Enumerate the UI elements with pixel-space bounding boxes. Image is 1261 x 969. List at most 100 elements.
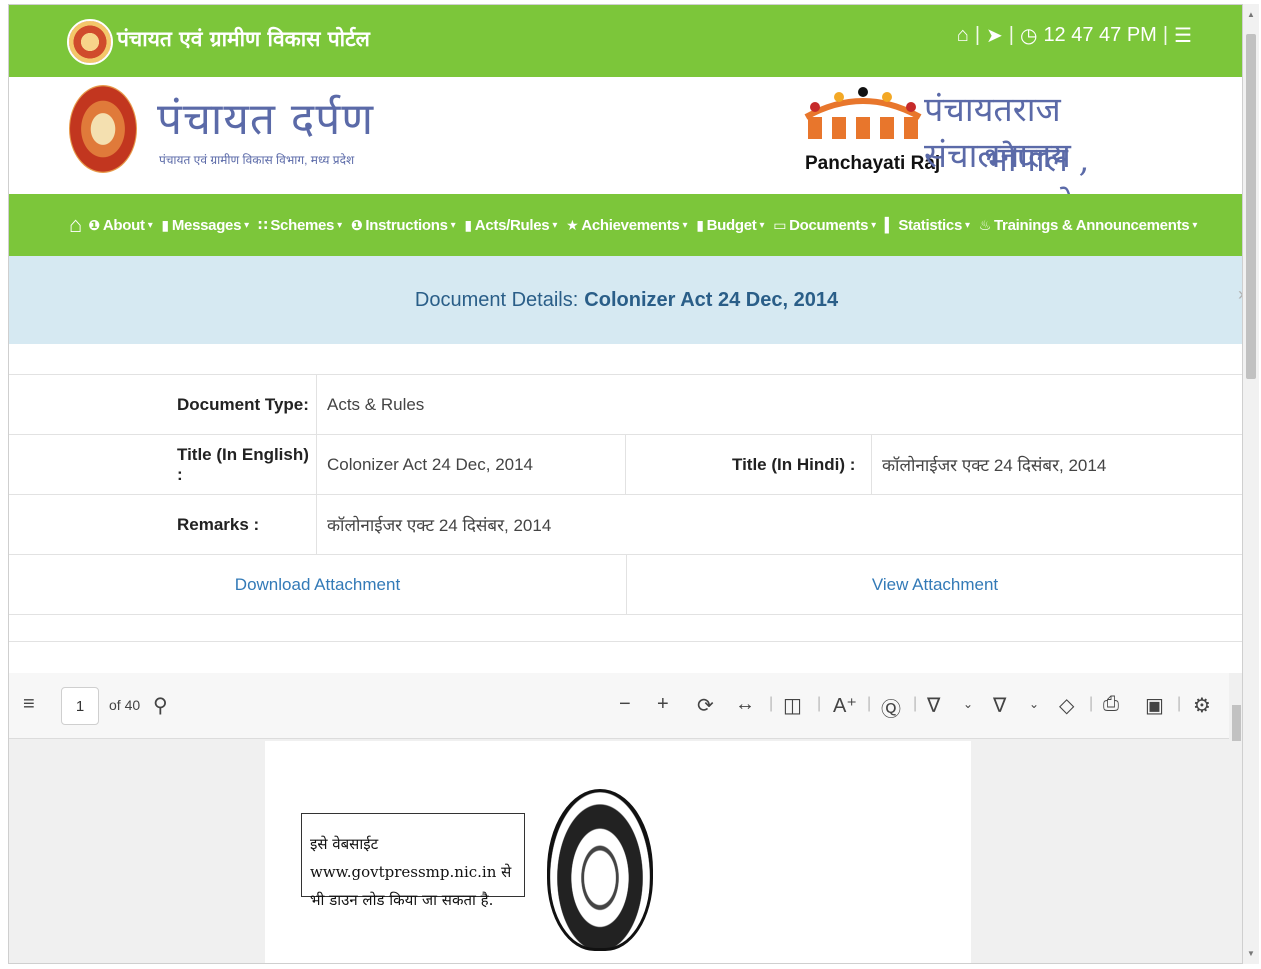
info-icon: ❶ xyxy=(350,216,363,233)
mp-emblem-logo xyxy=(67,19,113,65)
print-icon[interactable]: ⎙ xyxy=(1103,693,1119,716)
text-box-icon[interactable]: Ⓠ xyxy=(881,693,901,722)
search-icon[interactable]: ⚲ xyxy=(153,693,168,718)
highlight-icon[interactable]: ∇ xyxy=(993,693,1006,718)
heading-prefix: Document Details: xyxy=(414,288,579,311)
pdf-toolbar: ≡ 1 of 40 ⚲ − + ⟳ ↔ | ◫ | A⁺ | Ⓠ | ∇ ⌄ ∇… xyxy=(9,673,1229,739)
nav-messages[interactable]: ▮ Messages ▾ xyxy=(161,216,249,234)
grid-icon: ∷ xyxy=(257,216,268,233)
nav-label: Messages xyxy=(171,216,242,234)
sign-in-icon[interactable]: ➤ xyxy=(986,23,1003,48)
info-icon: ❶ xyxy=(88,216,100,233)
nav-label: Statistics xyxy=(898,216,963,234)
scroll-up-icon[interactable]: ▲ xyxy=(1247,10,1255,19)
zoom-out-icon[interactable]: − xyxy=(619,693,631,716)
nav-label: Acts/Rules xyxy=(474,216,550,234)
table-row: Document Type: Acts & Rules xyxy=(9,375,1242,435)
file-icon: ▮ xyxy=(696,216,704,233)
comment-icon: ▮ xyxy=(161,216,169,233)
chevron-down-icon[interactable]: ⌄ xyxy=(963,697,973,711)
caret-down-icon: ▾ xyxy=(682,219,688,231)
top-right-tools: ⌂ | ➤ | ◷ 12 47 47 PM | ☰ xyxy=(957,23,1192,48)
table-row: Title (In English) : Colonizer Act 24 De… xyxy=(9,435,1242,495)
eraser-icon[interactable]: ◇ xyxy=(1059,693,1074,718)
separator: | xyxy=(1008,24,1014,46)
settings-icon[interactable]: ⚙ xyxy=(1193,693,1211,718)
notice-line: भी डाउन लोड किया जा सकता है. xyxy=(310,891,494,909)
outline-icon[interactable]: ≡ xyxy=(23,693,35,716)
clock-time: 12 47 47 PM xyxy=(1043,24,1157,46)
nav-statistics[interactable]: ▍ Statistics ▾ xyxy=(885,217,970,234)
brand-title: पंचायत दर्पण xyxy=(157,94,375,145)
caret-down-icon: ▾ xyxy=(147,219,153,231)
nav-label: Budget xyxy=(706,216,757,234)
browser-viewport: पंचायत एवं ग्रामीण विकास पोर्टल ⌂ | ➤ | … xyxy=(8,4,1243,964)
title-en-label: Title (In English) : xyxy=(9,435,317,494)
header-banner: पंचायत दर्पण पंचायत एवं ग्रामीण विकास वि… xyxy=(69,77,1179,226)
table-footer xyxy=(9,614,1242,642)
menu-icon[interactable]: ☰ xyxy=(1174,23,1192,48)
separator: | xyxy=(1089,695,1094,712)
zoom-in-icon[interactable]: + xyxy=(657,693,669,716)
home-icon[interactable]: ⌂ xyxy=(957,24,969,47)
star-icon: ★ xyxy=(566,216,579,233)
nav-schemes[interactable]: ∷ Schemes ▾ xyxy=(258,217,342,234)
scroll-down-icon[interactable]: ▼ xyxy=(1247,949,1255,958)
caret-down-icon: ▾ xyxy=(244,219,249,231)
download-attachment-link[interactable]: Download Attachment xyxy=(9,555,626,614)
fit-width-icon[interactable]: ↔ xyxy=(735,693,755,716)
panchayati-raj-logo-graphic xyxy=(804,87,922,139)
notice-line: इसे वेबसाईट www.govtpressmp.nic.in से xyxy=(310,835,512,881)
page-view-icon[interactable]: ◫ xyxy=(783,693,802,718)
rotate-icon[interactable]: ⟳ xyxy=(697,693,714,718)
caret-down-icon: ▾ xyxy=(965,219,970,231)
page-number-input[interactable]: 1 xyxy=(61,687,99,725)
chevron-down-icon[interactable]: ⌄ xyxy=(1029,697,1039,711)
caret-down-icon: ▾ xyxy=(1192,219,1198,231)
table-row: Remarks : कॉलोनाईजर एक्ट 24 दिसंबर, 2014 xyxy=(9,495,1242,555)
scrollbar-thumb[interactable] xyxy=(1232,705,1241,741)
document-details-heading: Document Details: Colonizer Act 24 Dec, … xyxy=(9,256,1242,344)
caret-down-icon: ▾ xyxy=(552,219,558,231)
caret-down-icon: ▾ xyxy=(450,219,456,231)
nav-label: Achievements xyxy=(581,216,680,234)
pdf-viewer: ≡ 1 of 40 ⚲ − + ⟳ ↔ | ◫ | A⁺ | Ⓠ | ∇ ⌄ ∇… xyxy=(9,673,1242,963)
nav-achievements[interactable]: ★ Achievements ▾ xyxy=(566,217,687,234)
page-scrollbar[interactable]: ▲ ▼ xyxy=(1243,4,1259,964)
nav-about[interactable]: ❶ About ▾ xyxy=(88,217,152,234)
bar-chart-icon: ▍ xyxy=(884,216,896,233)
file-icon: ▮ xyxy=(464,216,472,233)
separator: | xyxy=(769,695,774,712)
remarks-value: कॉलोनाईजर एक्ट 24 दिसंबर, 2014 xyxy=(327,516,552,535)
nav-acts-rules[interactable]: ▮ Acts/Rules ▾ xyxy=(464,217,557,234)
draw-icon[interactable]: ∇ xyxy=(927,693,940,718)
portal-title: पंचायत एवं ग्रामीण विकास पोर्टल xyxy=(117,26,370,51)
save-icon[interactable]: ▣ xyxy=(1145,693,1164,718)
caret-down-icon: ▾ xyxy=(337,219,342,231)
panchayati-raj-logo xyxy=(804,87,922,142)
mp-emblem-logo-large xyxy=(69,85,137,173)
nav-trainings[interactable]: ♨ Trainings & Announcements ▾ xyxy=(979,217,1198,234)
nav-budget[interactable]: ▮ Budget ▾ xyxy=(696,217,764,234)
caret-down-icon: ▾ xyxy=(871,219,876,231)
separator: | xyxy=(867,695,872,712)
nav-label: Schemes xyxy=(270,216,335,234)
folder-icon: ▭ xyxy=(773,216,787,233)
remarks-label: Remarks : xyxy=(9,495,317,554)
nav-instructions[interactable]: ❶ Instructions ▾ xyxy=(351,217,456,234)
home-icon[interactable]: ⌂ xyxy=(69,212,82,238)
brand-subtitle: पंचायत एवं ग्रामीण विकास विभाग, मध्य प्र… xyxy=(159,153,355,167)
title-hi-label: Title (In Hindi) : xyxy=(626,435,872,494)
nav-label: Instructions xyxy=(365,216,448,234)
gazette-notice-box: इसे वेबसाईट www.govtpressmp.nic.in से भी… xyxy=(301,813,525,909)
view-attachment-link[interactable]: View Attachment xyxy=(626,555,1242,614)
nav-documents[interactable]: ▭ Documents ▾ xyxy=(773,217,876,234)
heading-document-title: Colonizer Act 24 Dec, 2014 xyxy=(584,288,839,311)
read-aloud-icon[interactable]: A⁺ xyxy=(833,693,857,718)
top-bar: पंचायत एवं ग्रामीण विकास पोर्टल ⌂ | ➤ | … xyxy=(9,5,1242,77)
title-hi-value: कॉलोनाईजर एक्ट 24 दिसंबर, 2014 xyxy=(882,456,1107,475)
scrollbar-thumb[interactable] xyxy=(1246,34,1256,379)
separator: | xyxy=(1177,695,1182,712)
pdf-scrollbar[interactable] xyxy=(1229,673,1242,963)
main-nav: ⌂ ❶ About ▾ ▮ Messages ▾ ∷ Schemes ▾ ❶ Instruct… xyxy=(9,194,1242,256)
